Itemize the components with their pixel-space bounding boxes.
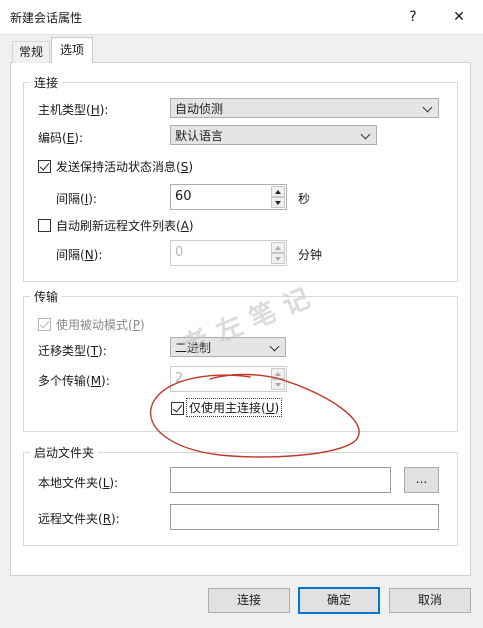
host-type-value: 自动侦测 xyxy=(175,102,224,116)
remote-folder-input[interactable] xyxy=(170,504,439,530)
interval-spinbox[interactable]: 60 xyxy=(170,184,287,210)
refresh-interval-unit: 分钟 xyxy=(298,248,323,262)
encoding-label: 编码(E): xyxy=(38,131,84,145)
auto-refresh-label[interactable]: 自动刷新远程文件列表(A) xyxy=(56,217,194,234)
close-button[interactable]: ✕ xyxy=(446,6,472,28)
chevron-down-icon xyxy=(360,129,371,140)
chevron-down-icon xyxy=(269,341,280,352)
interval-unit: 秒 xyxy=(298,192,311,206)
local-folder-input[interactable] xyxy=(170,467,391,493)
startup-folder-legend: 启动文件夹 xyxy=(30,444,99,461)
chevron-down-icon xyxy=(422,102,433,113)
check-icon xyxy=(39,160,50,171)
transfer-legend: 传输 xyxy=(30,288,63,305)
help-button[interactable]: ? xyxy=(400,6,426,28)
migrate-type-label: 迁移类型(T): xyxy=(38,344,107,358)
host-type-label: 主机类型(H): xyxy=(38,103,109,117)
spin-down-button[interactable] xyxy=(271,197,285,208)
multi-transfer-label: 多个传输(M): xyxy=(38,374,110,388)
arrow-up-icon xyxy=(275,246,281,250)
refresh-interval-label: 间隔(N): xyxy=(56,248,103,262)
spin-up-button[interactable] xyxy=(271,186,285,197)
tab-general[interactable]: 常规 xyxy=(12,41,51,63)
encoding-select[interactable]: 默认语言 xyxy=(170,125,377,145)
arrow-up-icon xyxy=(275,190,281,194)
browse-button[interactable]: ... xyxy=(404,467,439,493)
passive-mode-checkbox[interactable] xyxy=(38,318,51,331)
local-folder-label: 本地文件夹(L): xyxy=(38,476,119,490)
spin-down-button[interactable] xyxy=(271,253,285,264)
keepalive-label[interactable]: 发送保持活动状态消息(S) xyxy=(56,158,193,175)
interval-label: 间隔(I): xyxy=(56,192,97,206)
keepalive-checkbox[interactable] xyxy=(38,160,51,173)
cancel-button[interactable]: 取消 xyxy=(389,588,471,613)
host-type-select[interactable]: 自动侦测 xyxy=(170,98,439,118)
refresh-interval-value: 0 xyxy=(175,245,184,260)
ok-button[interactable]: 确定 xyxy=(298,587,380,614)
tab-options[interactable]: 选项 xyxy=(51,37,94,63)
auto-refresh-checkbox[interactable] xyxy=(38,219,51,232)
refresh-interval-spinbox[interactable]: 0 xyxy=(170,240,287,266)
check-icon xyxy=(39,318,50,329)
arrow-down-icon xyxy=(275,257,281,261)
encoding-value: 默认语言 xyxy=(175,129,224,143)
spin-up-button[interactable] xyxy=(271,242,285,253)
annotation-circle xyxy=(149,373,360,458)
connection-legend: 连接 xyxy=(30,74,63,91)
connect-button[interactable]: 连接 xyxy=(208,588,290,613)
arrow-down-icon xyxy=(275,201,281,205)
interval-value: 60 xyxy=(175,189,192,204)
remote-folder-label: 远程文件夹(R): xyxy=(38,512,120,526)
window-title: 新建会话属性 xyxy=(10,11,83,25)
passive-mode-label[interactable]: 使用被动模式(P) xyxy=(56,316,145,333)
